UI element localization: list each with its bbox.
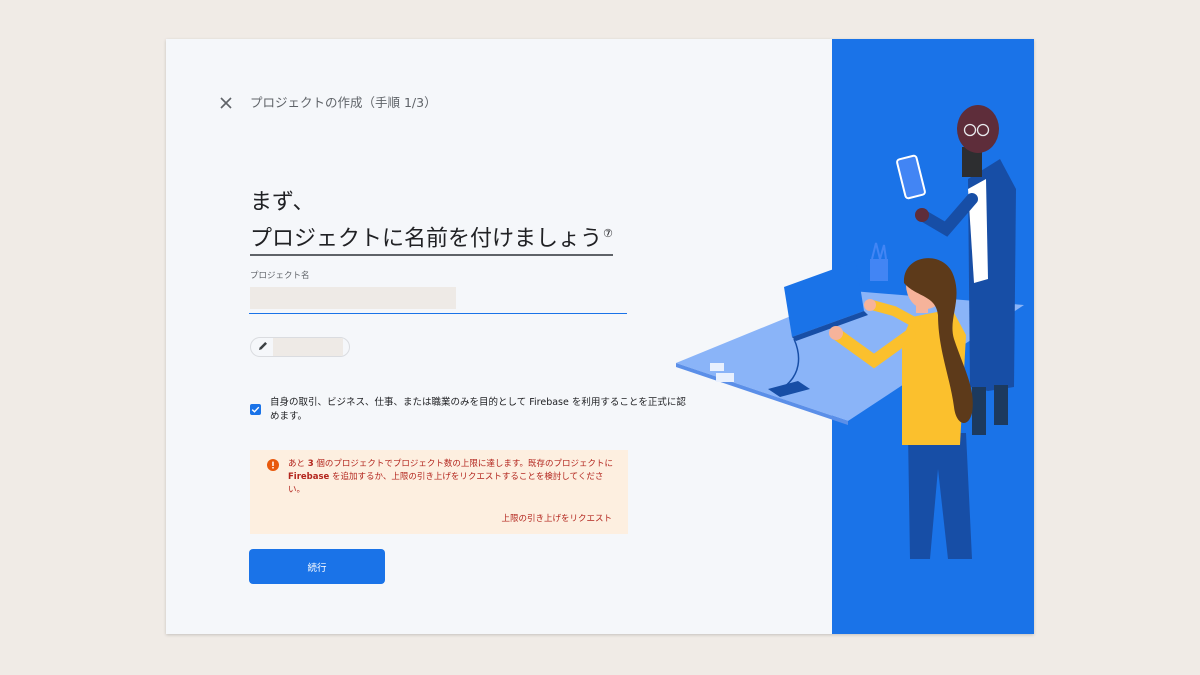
error-icon xyxy=(267,459,279,471)
project-name-label: プロジェクト名 xyxy=(250,271,310,281)
page-headline: まず、 プロジェクトに名前を付けましょう⑦ xyxy=(250,187,613,257)
warning-message: あと 3 個のプロジェクトでプロジェクト数の上限に達します。既存のプロジェクトに… xyxy=(288,458,616,497)
warning-banner: あと 3 個のプロジェクトでプロジェクト数の上限に達します。既存のプロジェクトに… xyxy=(250,450,628,534)
team-illustration xyxy=(676,39,1034,634)
pencil-icon xyxy=(259,342,267,350)
help-icon[interactable]: ⑦ xyxy=(603,227,613,240)
warning-text-part-3: を追加するか、上限の引き上げをリクエストすることを検討してください。 xyxy=(288,472,604,495)
continue-button[interactable]: 続行 xyxy=(249,549,385,584)
create-project-dialog: プロジェクトの作成（手順 1/3） まず、 プロジェクトに名前を付けましょう⑦ … xyxy=(166,39,1034,634)
terms-checkbox[interactable] xyxy=(250,404,261,415)
request-quota-link[interactable]: 上限の引き上げをリクエスト xyxy=(501,512,612,524)
close-icon[interactable] xyxy=(218,95,234,111)
warning-text-part-1: あと xyxy=(288,459,308,469)
headline-line-1: まず、 xyxy=(250,190,315,215)
headline-line-2-text: プロジェクトに名前を付けましょう xyxy=(250,226,603,252)
warning-product: Firebase xyxy=(288,472,330,482)
terms-text: 自身の取引、ビジネス、仕事、または職業のみを目的として Firebase を利用… xyxy=(270,397,686,422)
project-name-input[interactable] xyxy=(249,287,627,314)
project-id-chip[interactable] xyxy=(250,337,350,357)
warning-text-part-2: 個のプロジェクトでプロジェクト数の上限に達します。既存のプロジェクトに xyxy=(313,459,613,469)
dialog-title: プロジェクトの作成（手順 1/3） xyxy=(250,95,437,110)
project-id-value-redacted xyxy=(273,338,343,356)
headline-line-2: プロジェクトに名前を付けましょう⑦ xyxy=(250,219,613,257)
